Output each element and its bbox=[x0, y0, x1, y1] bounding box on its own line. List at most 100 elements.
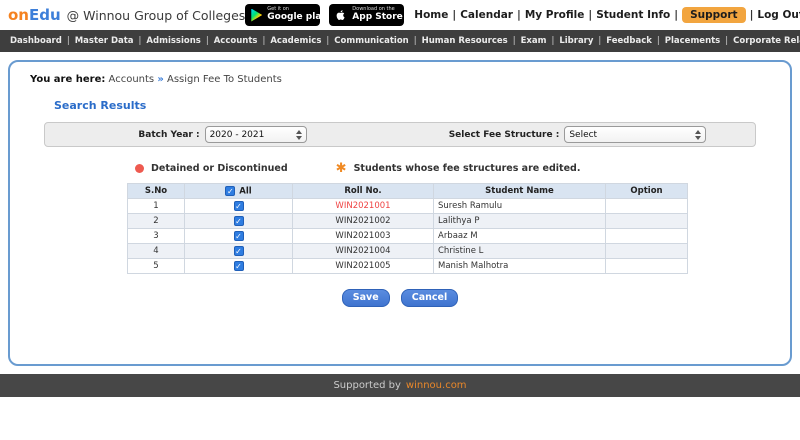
cell-checkbox bbox=[184, 228, 293, 244]
batch-year-label: Batch Year : bbox=[138, 129, 200, 140]
top-header: onEdu @ Winnou Group of Colleges Get it … bbox=[0, 0, 800, 30]
table-row: 3 WIN2021003 Arbaaz M bbox=[127, 228, 688, 244]
table-row: 1 WIN2021001 Suresh Ramulu bbox=[127, 198, 688, 214]
google-play-badge[interactable]: Get it on Google play bbox=[245, 4, 327, 26]
header-links: Home Calendar My Profile Student Info Su… bbox=[414, 7, 800, 23]
col-header-name: Student Name bbox=[433, 183, 606, 199]
breadcrumb-current-page: Assign Fee To Students bbox=[166, 74, 282, 85]
detained-legend-label: Detained or Discontinued bbox=[151, 163, 288, 174]
page-title: Search Results bbox=[54, 99, 147, 112]
breadcrumb-section-accounts[interactable]: Accounts bbox=[109, 74, 155, 85]
footer-bar: Supported by winnou.com bbox=[0, 374, 800, 397]
select-all-checkbox[interactable] bbox=[225, 185, 236, 196]
cell-sno: 1 bbox=[127, 198, 185, 214]
batch-year-filter: Batch Year : 2020 - 2021 bbox=[45, 126, 400, 143]
nav-library[interactable]: Library bbox=[559, 36, 606, 46]
main-navbar: Dashboard Master Data Admissions Account… bbox=[0, 30, 800, 52]
logo-text-edu: Edu bbox=[28, 6, 61, 24]
cell-checkbox bbox=[184, 213, 293, 229]
link-support[interactable]: Support bbox=[682, 7, 757, 23]
cell-sno: 3 bbox=[127, 228, 185, 244]
table-row: 2 WIN2021002 Lalithya P bbox=[127, 213, 688, 229]
nav-corporate-relations[interactable]: Corporate Relations bbox=[733, 36, 800, 46]
fee-structure-selected-value: Select bbox=[569, 129, 598, 140]
nav-admissions[interactable]: Admissions bbox=[146, 36, 213, 46]
link-student-info[interactable]: Student Info bbox=[596, 9, 682, 21]
breadcrumb-separator: » bbox=[157, 74, 164, 85]
fee-structure-select[interactable]: Select bbox=[564, 126, 707, 143]
row-checkbox[interactable] bbox=[233, 245, 244, 256]
action-buttons: Save Cancel bbox=[10, 285, 790, 307]
row-checkbox[interactable] bbox=[233, 260, 244, 271]
students-table: S.No All Roll No. Student Name Option 1 … bbox=[127, 183, 688, 274]
cell-option bbox=[605, 213, 688, 229]
save-button[interactable]: Save bbox=[341, 288, 390, 307]
apple-icon bbox=[336, 10, 345, 20]
link-my-profile[interactable]: My Profile bbox=[525, 9, 596, 21]
table-row: 4 WIN2021004 Christine L bbox=[127, 243, 688, 259]
legend: Detained or Discontinued ✱ Students whos… bbox=[135, 162, 790, 175]
cell-roll-no: WIN2021004 bbox=[292, 243, 434, 259]
select-arrows-icon bbox=[295, 129, 302, 140]
cell-student-name: Manish Malhotra bbox=[433, 258, 606, 274]
footer-text: Supported by bbox=[333, 380, 401, 391]
col-header-sno: S.No bbox=[127, 183, 185, 199]
nav-accounts[interactable]: Accounts bbox=[214, 36, 271, 46]
row-checkbox[interactable] bbox=[233, 215, 244, 226]
app-store-name: App Store bbox=[352, 11, 403, 22]
logo-text-on: on bbox=[8, 6, 29, 24]
row-checkbox[interactable] bbox=[233, 200, 244, 211]
cell-sno: 2 bbox=[127, 213, 185, 229]
cancel-button[interactable]: Cancel bbox=[400, 288, 459, 307]
cell-option bbox=[605, 243, 688, 259]
cell-student-name: Christine L bbox=[433, 243, 606, 259]
link-log-out[interactable]: Log Out bbox=[757, 9, 800, 21]
link-calendar[interactable]: Calendar bbox=[460, 9, 525, 21]
institution-title: @ Winnou Group of Colleges bbox=[66, 7, 246, 23]
app-store-badge[interactable]: Download on the App Store bbox=[329, 4, 405, 26]
table-row: 5 WIN2021005 Manish Malhotra bbox=[127, 258, 688, 274]
link-home[interactable]: Home bbox=[414, 9, 460, 21]
cell-checkbox bbox=[184, 198, 293, 214]
cell-student-name: Suresh Ramulu bbox=[433, 198, 606, 214]
footer-winnou-link[interactable]: winnou.com bbox=[406, 380, 467, 391]
cell-option bbox=[605, 198, 688, 214]
nav-human-resources[interactable]: Human Resources bbox=[422, 36, 521, 46]
row-checkbox[interactable] bbox=[233, 230, 244, 241]
edited-legend-label: Students whose fee structures are edited… bbox=[353, 163, 581, 174]
cell-checkbox bbox=[184, 243, 293, 259]
cell-sno: 5 bbox=[127, 258, 185, 274]
breadcrumb: You are here: Accounts » Assign Fee To S… bbox=[10, 62, 790, 85]
edited-asterisk-icon: ✱ bbox=[335, 161, 347, 176]
select-arrows-icon bbox=[695, 129, 702, 140]
google-play-icon bbox=[251, 8, 263, 22]
nav-master-data[interactable]: Master Data bbox=[75, 36, 147, 46]
fee-structure-label: Select Fee Structure : bbox=[448, 129, 560, 140]
breadcrumb-prefix: You are here: bbox=[30, 74, 106, 85]
cell-student-name: Lalithya P bbox=[433, 213, 606, 229]
filter-bar: Batch Year : 2020 - 2021 Select Fee Stru… bbox=[44, 122, 756, 147]
cell-student-name: Arbaaz M bbox=[433, 228, 606, 244]
nav-dashboard[interactable]: Dashboard bbox=[10, 36, 75, 46]
cell-roll-no: WIN2021002 bbox=[292, 213, 434, 229]
google-play-name: Google play bbox=[267, 11, 327, 22]
nav-academics[interactable]: Academics bbox=[270, 36, 334, 46]
nav-exam[interactable]: Exam bbox=[521, 36, 560, 46]
fee-structure-filter: Select Fee Structure : Select bbox=[400, 126, 755, 143]
nav-feedback[interactable]: Feedback bbox=[606, 36, 664, 46]
onedu-logo[interactable]: onEdu bbox=[8, 6, 61, 24]
store-badges: Get it on Google play Download on the Ap… bbox=[245, 4, 405, 26]
table-header-row: S.No All Roll No. Student Name Option bbox=[127, 183, 688, 199]
detained-dot-icon bbox=[135, 164, 144, 173]
nav-communication[interactable]: Communication bbox=[334, 36, 421, 46]
cell-roll-no: WIN2021005 bbox=[292, 258, 434, 274]
content-panel: You are here: Accounts » Assign Fee To S… bbox=[8, 60, 792, 366]
nav-placements[interactable]: Placements bbox=[665, 36, 733, 46]
cell-option bbox=[605, 228, 688, 244]
batch-year-select[interactable]: 2020 - 2021 bbox=[204, 126, 307, 143]
batch-year-selected-value: 2020 - 2021 bbox=[209, 129, 265, 140]
cell-option bbox=[605, 258, 688, 274]
col-header-option: Option bbox=[605, 183, 688, 199]
cell-roll-no: WIN2021001 bbox=[292, 198, 434, 214]
col-header-roll: Roll No. bbox=[292, 183, 434, 199]
